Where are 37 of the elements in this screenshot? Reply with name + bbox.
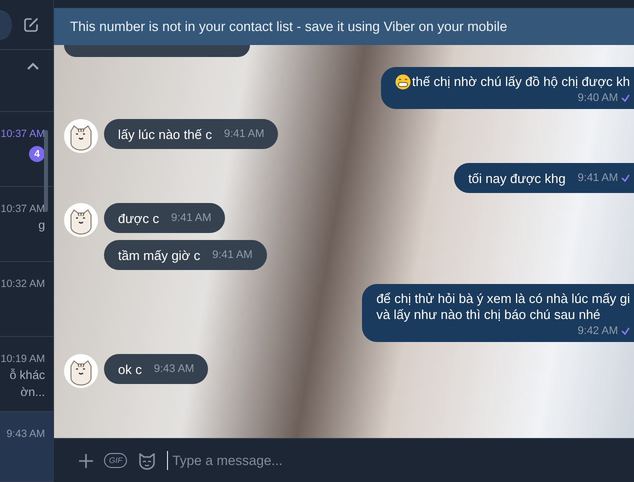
cat-avatar-icon bbox=[64, 203, 98, 237]
cat-face-icon[interactable] bbox=[137, 452, 158, 470]
gif-button[interactable]: GIF bbox=[104, 453, 128, 468]
message-time: 9:41 AM bbox=[212, 249, 253, 261]
message-time: 9:41 AM bbox=[224, 128, 264, 140]
cat-avatar-icon bbox=[64, 119, 98, 153]
message-time: 9:42 AM bbox=[578, 325, 618, 337]
chat-list-item[interactable]: 10:32 AM bbox=[0, 262, 53, 337]
message-input[interactable]: Type a message... bbox=[167, 451, 624, 470]
unread-count-badge: 4 bbox=[29, 146, 45, 162]
chat-time: 10:19 AM bbox=[0, 353, 45, 365]
chat-list-item[interactable]: 9:43 AM bbox=[0, 412, 53, 482]
message-time: 9:43 AM bbox=[154, 363, 194, 375]
message-text: tầm mấy giờ c bbox=[118, 248, 200, 262]
message-time: 9:40 AM bbox=[578, 92, 618, 104]
message-text: lấy lúc nào thế c bbox=[118, 126, 212, 142]
chat-time: 9:43 AM bbox=[6, 428, 45, 440]
message-time: 9:41 AM bbox=[578, 172, 618, 184]
scrollbar[interactable] bbox=[44, 130, 48, 212]
cat-avatar-icon bbox=[64, 354, 98, 388]
grinning-face-icon bbox=[395, 74, 411, 90]
contact-warning-banner: This number is not in your contact list - save it using Viber on your mobile bbox=[54, 8, 634, 45]
chat-time: 10:37 AM bbox=[0, 203, 45, 215]
chat-preview-text: ờn... bbox=[20, 385, 45, 399]
message-text: ok c bbox=[118, 362, 142, 376]
message-text: tối nay được khg bbox=[468, 170, 566, 186]
chat-preview-text: g bbox=[38, 218, 45, 232]
chat-preview-text: ỗ khác bbox=[10, 368, 45, 382]
plus-icon[interactable] bbox=[78, 452, 94, 468]
message-text: để chị thử hỏi bà ý xem là có nhà lúc mấy gi và lấy như nào thì chị báo chú sau nhé bbox=[376, 291, 630, 323]
message-time: 9:41 AM bbox=[171, 212, 212, 224]
compose-icon[interactable] bbox=[23, 16, 39, 32]
chat-time: 10:32 AM bbox=[0, 278, 45, 290]
chevron-up-icon[interactable] bbox=[27, 62, 39, 70]
message-text: được c bbox=[118, 210, 160, 226]
chat-time: 10:37 AM bbox=[0, 128, 45, 140]
message-text: thế chị nhờ chú lấy đồ hộ chị được kh bbox=[412, 74, 630, 90]
